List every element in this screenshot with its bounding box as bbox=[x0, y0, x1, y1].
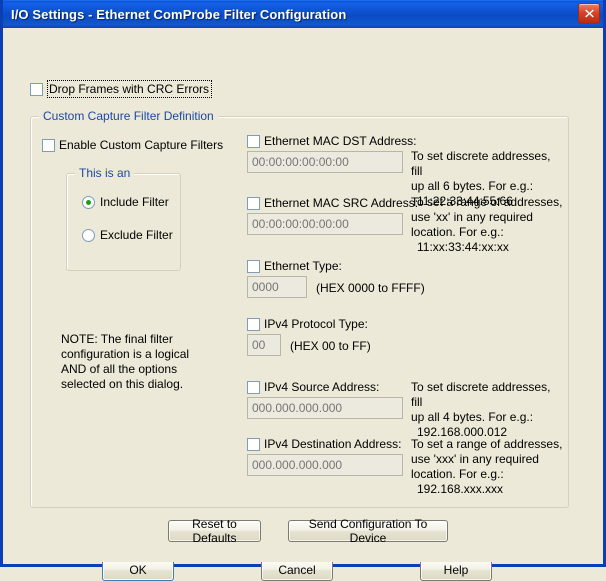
ethernet-type-checkbox-box[interactable] bbox=[247, 259, 260, 273]
radio-exclude-filter[interactable]: Exclude Filter bbox=[82, 228, 173, 242]
ethernet-mac-src-label: Ethernet MAC SRC Address: bbox=[264, 196, 419, 210]
ethernet-type-input[interactable] bbox=[247, 276, 307, 298]
ipv4-protocol-type-range-label: (HEX 00 to FF) bbox=[290, 339, 371, 353]
cancel-button[interactable]: Cancel bbox=[261, 559, 333, 581]
ethernet-mac-src-hint: To set a range of addresses, use 'xx' in… bbox=[411, 195, 563, 255]
custom-capture-filter-legend: Custom Capture Filter Definition bbox=[39, 109, 218, 123]
ipv4-destination-address-checkbox-box[interactable] bbox=[247, 437, 260, 451]
title-bar: I/O Settings - Ethernet ComProbe Filter … bbox=[3, 0, 603, 28]
ipv4-destination-address-label: IPv4 Destination Address: bbox=[264, 437, 402, 451]
ethernet-type-checkbox[interactable]: Ethernet Type: bbox=[247, 259, 342, 273]
send-configuration-to-device-button[interactable]: Send Configuration To Device bbox=[288, 517, 448, 545]
ethernet-mac-src-input[interactable] bbox=[247, 213, 403, 235]
ipv4-destination-address-input[interactable] bbox=[247, 454, 403, 476]
ipv4-source-address-hint-line-2: up all 4 bytes. For e.g.: bbox=[411, 410, 534, 424]
ipv4-protocol-type-checkbox[interactable]: IPv4 Protocol Type: bbox=[247, 317, 368, 331]
ethernet-mac-src-checkbox[interactable]: Ethernet MAC SRC Address: bbox=[247, 196, 418, 210]
dialog-client-area: Drop Frames with CRC Errors Custom Captu… bbox=[3, 28, 603, 581]
ethernet-mac-dst-checkbox-box[interactable] bbox=[247, 134, 260, 148]
window-title: I/O Settings - Ethernet ComProbe Filter … bbox=[11, 7, 347, 22]
enable-custom-capture-filters-box[interactable] bbox=[42, 138, 55, 152]
ipv4-destination-address-hint: To set a range of addresses, use 'xxx' i… bbox=[411, 437, 563, 497]
dialog-bottom-strip bbox=[3, 558, 603, 562]
ipv4-source-address-checkbox[interactable]: IPv4 Source Address: bbox=[247, 380, 379, 394]
dialog-window: I/O Settings - Ethernet ComProbe Filter … bbox=[0, 0, 606, 581]
ethernet-mac-src-checkbox-box[interactable] bbox=[247, 196, 260, 210]
radio-selected-dot bbox=[86, 199, 91, 205]
radio-include-filter-label: Include Filter bbox=[100, 195, 169, 209]
ipv4-protocol-type-label: IPv4 Protocol Type: bbox=[264, 317, 368, 331]
ipv4-source-address-checkbox-box[interactable] bbox=[247, 380, 260, 394]
enable-custom-capture-filters-checkbox[interactable]: Enable Custom Capture Filters bbox=[42, 138, 223, 152]
radio-include-filter[interactable]: Include Filter bbox=[82, 195, 169, 209]
filter-direction-legend: This is an bbox=[75, 166, 135, 180]
ipv4-destination-address-checkbox[interactable]: IPv4 Destination Address: bbox=[247, 437, 401, 451]
reset-to-defaults-button[interactable]: Reset to Defaults bbox=[168, 517, 261, 545]
ipv4-destination-address-hint-line-1: To set a range of addresses, bbox=[411, 437, 563, 451]
ethernet-type-label: Ethernet Type: bbox=[264, 259, 342, 273]
note-line-3: AND of all the options bbox=[61, 362, 178, 376]
note-line-4: selected on this dialog. bbox=[61, 377, 184, 391]
ipv4-source-address-hint-line-1: To set discrete addresses, fill bbox=[411, 380, 551, 409]
help-button[interactable]: Help bbox=[420, 559, 492, 581]
ipv4-protocol-type-checkbox-box[interactable] bbox=[247, 317, 260, 331]
ipv4-destination-address-hint-line-2: use 'xxx' in any required bbox=[411, 452, 539, 466]
ipv4-destination-address-hint-line-4: 192.168.xxx.xxx bbox=[417, 482, 504, 496]
ethernet-mac-dst-hint-line-1: To set discrete addresses, fill bbox=[411, 149, 551, 178]
ipv4-source-address-hint: To set discrete addresses, fill up all 4… bbox=[411, 380, 561, 440]
radio-exclude-filter-label: Exclude Filter bbox=[100, 228, 173, 242]
radio-include-filter-control[interactable] bbox=[82, 195, 95, 209]
ethernet-mac-src-hint-line-1: To set a range of addresses, bbox=[411, 195, 563, 209]
ipv4-source-address-input[interactable] bbox=[247, 397, 403, 419]
ipv4-destination-address-hint-line-3: location. For e.g.: bbox=[411, 467, 504, 481]
ipv4-protocol-type-input[interactable] bbox=[247, 334, 281, 356]
ethernet-type-range-label: (HEX 0000 to FFFF) bbox=[316, 281, 425, 295]
ethernet-mac-dst-hint-line-2: up all 6 bytes. For e.g.: bbox=[411, 179, 534, 193]
ipv4-source-address-label: IPv4 Source Address: bbox=[264, 380, 380, 394]
note-text: NOTE: The final filter configuration is … bbox=[61, 332, 211, 392]
close-icon bbox=[584, 9, 594, 18]
ethernet-mac-dst-input[interactable] bbox=[247, 151, 403, 173]
ethernet-mac-dst-label: Ethernet MAC DST Address: bbox=[264, 134, 417, 148]
enable-custom-capture-filters-label: Enable Custom Capture Filters bbox=[59, 138, 224, 152]
ethernet-mac-src-hint-line-3: location. For e.g.: bbox=[411, 225, 504, 239]
ok-button[interactable]: OK bbox=[102, 559, 174, 581]
ethernet-mac-dst-checkbox[interactable]: Ethernet MAC DST Address: bbox=[247, 134, 417, 148]
drop-frames-checkbox-box[interactable] bbox=[30, 82, 43, 96]
ethernet-mac-src-hint-line-4: 11:xx:33:44:xx:xx bbox=[417, 240, 509, 254]
filter-direction-group: This is an bbox=[66, 166, 181, 271]
ethernet-mac-src-hint-line-2: use 'xx' in any required bbox=[411, 210, 533, 224]
radio-exclude-filter-control[interactable] bbox=[82, 228, 95, 242]
drop-frames-checkbox[interactable]: Drop Frames with CRC Errors bbox=[30, 80, 213, 98]
drop-frames-label: Drop Frames with CRC Errors bbox=[47, 80, 213, 98]
note-line-2: configuration is a logical bbox=[61, 347, 190, 361]
note-line-1: NOTE: The final filter bbox=[61, 332, 173, 346]
close-button[interactable] bbox=[578, 3, 600, 24]
